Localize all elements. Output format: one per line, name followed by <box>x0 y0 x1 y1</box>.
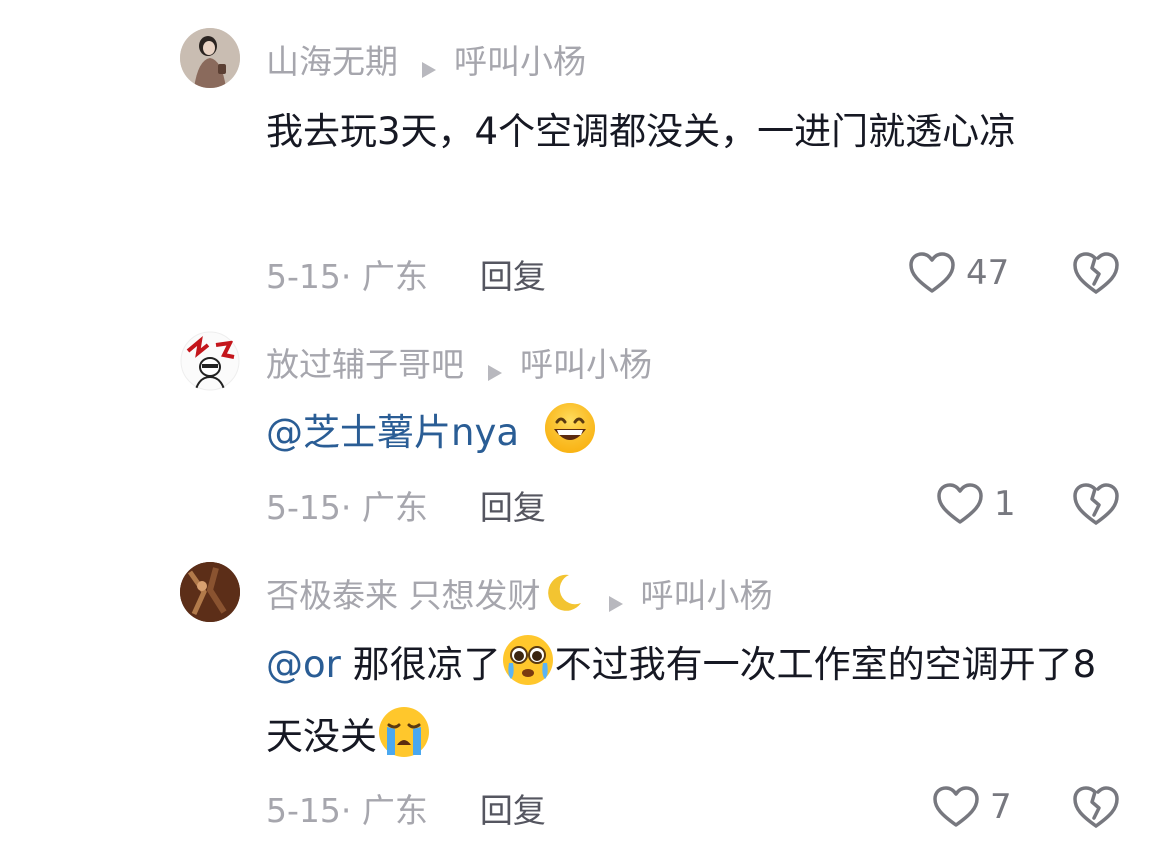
reply-arrow-icon <box>607 583 625 612</box>
comment-meta: 5-15· 广东 回复 <box>266 483 546 527</box>
avatar[interactable] <box>180 331 240 391</box>
broken-heart-icon <box>1073 786 1119 828</box>
heart-icon <box>908 251 956 295</box>
date-location: 5-15· 广东 <box>266 791 428 830</box>
comment-header: 否极泰来 只想发财 呼叫小杨 <box>266 571 773 615</box>
comment-header: 放过辅子哥吧 呼叫小杨 <box>266 340 652 384</box>
dislike-button[interactable] <box>1072 481 1120 527</box>
comment-meta: 5-15· 广东 回复 <box>266 252 546 296</box>
crying-emoji-icon <box>377 705 431 759</box>
broken-heart-icon <box>1073 483 1119 525</box>
comment-text: 我去玩3天，4个空调都没关，一进门就透心凉 <box>266 110 1017 153</box>
date-location: 5-15· 广东 <box>266 257 428 296</box>
reply-button[interactable]: 回复 <box>480 784 546 832</box>
mention-link[interactable]: @or <box>266 643 341 686</box>
mention-link[interactable]: @芝士薯片nya <box>266 411 519 454</box>
reply-arrow-icon <box>420 49 438 78</box>
reply-button[interactable]: 回复 <box>480 481 546 529</box>
comment-header: 山海无期 呼叫小杨 <box>266 37 586 81</box>
like-count: 7 <box>990 787 1012 827</box>
comment-text: @or 那很凉了 不过我有一次工作室的空调开了8天没关 <box>266 629 1126 773</box>
reply-arrow-icon <box>486 352 504 381</box>
like-button[interactable]: 7 <box>922 785 1012 829</box>
avatar[interactable] <box>180 28 240 88</box>
author-name[interactable]: 山海无期 <box>266 35 398 83</box>
like-button[interactable]: 47 <box>898 251 1009 295</box>
reply-to-name[interactable]: 呼叫小杨 <box>520 338 652 386</box>
heart-icon <box>936 482 984 526</box>
like-count: 47 <box>966 253 1010 293</box>
pleading-tears-emoji-icon <box>501 633 555 687</box>
grinning-emoji-icon <box>543 401 597 455</box>
heart-icon <box>932 785 980 829</box>
comment-meta: 5-15· 广东 回复 <box>266 786 546 830</box>
reply-button[interactable]: 回复 <box>480 250 546 298</box>
like-button[interactable]: 1 <box>926 482 1016 526</box>
comment-text: @芝士薯片nya <box>266 397 1126 469</box>
like-count: 1 <box>994 484 1016 524</box>
author-name[interactable]: 放过辅子哥吧 <box>266 338 464 386</box>
dislike-button[interactable] <box>1072 784 1120 830</box>
reply-to-name[interactable]: 呼叫小杨 <box>454 35 586 83</box>
crescent-moon-icon <box>541 571 585 615</box>
reply-to-name[interactable]: 呼叫小杨 <box>641 569 773 617</box>
date-location: 5-15· 广东 <box>266 488 428 527</box>
dislike-button[interactable] <box>1072 250 1120 296</box>
author-name[interactable]: 否极泰来 只想发财 <box>266 569 541 617</box>
broken-heart-icon <box>1073 252 1119 294</box>
avatar[interactable] <box>180 562 240 622</box>
comment-text-part: 那很凉了 <box>340 643 501 686</box>
